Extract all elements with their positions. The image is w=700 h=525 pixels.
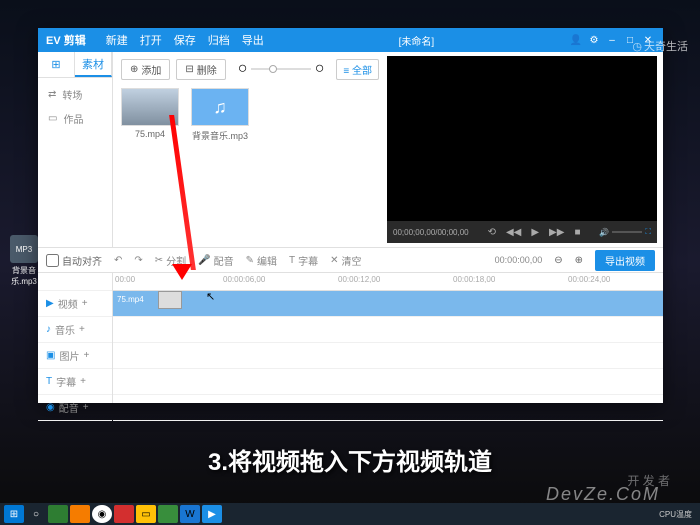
- voice-track[interactable]: [113, 395, 663, 421]
- export-button[interactable]: 导出视频: [595, 250, 655, 271]
- taskbar-app[interactable]: [48, 505, 68, 523]
- stop-icon[interactable]: ■: [574, 227, 580, 238]
- track-label-subtitle[interactable]: T字幕 +: [38, 369, 112, 395]
- taskbar-folder[interactable]: ▭: [136, 505, 156, 523]
- taskbar-status: CPU温度: [659, 509, 696, 520]
- trash-icon: ⊟: [185, 64, 193, 75]
- menu-save[interactable]: 保存: [174, 32, 196, 48]
- sidebar-item-transition[interactable]: ⇄转场: [38, 82, 112, 106]
- start-button[interactable]: ⊞: [4, 505, 24, 523]
- track-label-image[interactable]: ▣图片 +: [38, 343, 112, 369]
- taskbar-ev[interactable]: ▶: [202, 505, 222, 523]
- add-button[interactable]: ⊕添加: [121, 59, 170, 80]
- redo-button[interactable]: ↷: [134, 255, 142, 266]
- volume-icon: 🔊: [599, 228, 609, 237]
- edit-button[interactable]: ✎ 编辑: [246, 253, 277, 268]
- minimize-icon[interactable]: –: [605, 33, 619, 47]
- preview-screen[interactable]: [387, 56, 657, 221]
- app-title: EV 剪辑: [46, 32, 86, 48]
- media-label: 背景音乐.mp3: [191, 129, 249, 142]
- dub-button[interactable]: 🎤 配音: [198, 253, 233, 268]
- zoom-out-icon: ○: [238, 60, 248, 78]
- music-note-icon: ♫: [213, 97, 227, 118]
- video-track[interactable]: 75.mp4: [113, 291, 663, 317]
- split-button[interactable]: ✂ 分割: [155, 253, 186, 268]
- track-label-video[interactable]: ▶视频 +: [38, 291, 112, 317]
- settings-icon[interactable]: ⚙: [587, 33, 601, 47]
- grid-icon: ⊞: [51, 58, 60, 71]
- timeline: ▶视频 + ♪音乐 + ▣图片 + T字幕 + ◉配音 + 00:00 00:0…: [38, 273, 663, 403]
- desktop-file-label: 背景音乐.mp3: [10, 265, 38, 287]
- loop-icon[interactable]: ⟲: [488, 227, 496, 238]
- document-name: [未命名]: [264, 33, 569, 48]
- sidebar-item-works[interactable]: ▭作品: [38, 106, 112, 130]
- zoom-slider[interactable]: ○ ○: [232, 60, 331, 78]
- fullscreen-icon[interactable]: ⛶: [645, 227, 651, 237]
- mouse-cursor: ↖: [206, 290, 215, 303]
- tab-grid[interactable]: ⊞: [38, 52, 75, 77]
- image-track[interactable]: [113, 343, 663, 369]
- zoom-in-icon: ○: [315, 60, 325, 78]
- app-window: EV 剪辑 新建 打开 保存 归档 导出 [未命名] 👤 ⚙ – □ ✕ ⊞ 素…: [38, 28, 663, 403]
- watermark: ◷ 天奇生活: [632, 38, 688, 54]
- zoom-timeline-in[interactable]: ⊕: [575, 255, 583, 266]
- menu-export[interactable]: 导出: [242, 32, 264, 48]
- media-label: 75.mp4: [121, 129, 179, 139]
- audio-thumbnail: ♫: [191, 88, 249, 126]
- media-library: ⊕添加 ⊟删除 ○ ○ ≡ 全部 75.mp4 ♫: [113, 52, 387, 247]
- video-track-icon: ▶: [46, 298, 54, 309]
- taskbar-app[interactable]: [158, 505, 178, 523]
- mp3-icon: MP3: [10, 235, 38, 263]
- main-menu: 新建 打开 保存 归档 导出: [106, 32, 264, 48]
- taskbar-chrome[interactable]: ◉: [92, 505, 112, 523]
- instruction-caption: 3.将视频拖入下方视频轨道: [0, 442, 700, 477]
- timeline-time: 00:00:00,00: [495, 255, 543, 265]
- play-icon[interactable]: ▶: [531, 227, 539, 238]
- taskbar-app[interactable]: [114, 505, 134, 523]
- audio-track-icon: ♪: [46, 324, 51, 335]
- media-item-audio[interactable]: ♫ 背景音乐.mp3: [191, 88, 249, 142]
- taskbar: ⊞ ○ ◉ ▭ W ▶ CPU温度: [0, 503, 700, 525]
- auto-align-checkbox[interactable]: 自动对齐: [46, 253, 102, 268]
- audio-track[interactable]: [113, 317, 663, 343]
- track-label-voice[interactable]: ◉配音 +: [38, 395, 112, 421]
- filter-dropdown[interactable]: ≡ 全部: [336, 59, 379, 80]
- user-icon[interactable]: 👤: [569, 33, 583, 47]
- transition-icon: ⇄: [48, 89, 56, 100]
- track-label-audio[interactable]: ♪音乐 +: [38, 317, 112, 343]
- delete-button[interactable]: ⊟删除: [176, 59, 225, 80]
- timeline-toolbar: 自动对齐 ↶ ↷ ✂ 分割 🎤 配音 ✎ 编辑 T 字幕 ✕ 清空 00:00:…: [38, 247, 663, 273]
- media-item-video[interactable]: 75.mp4: [121, 88, 179, 142]
- preview-time: 00;00;00,00/00;00,00: [393, 228, 469, 237]
- prev-icon[interactable]: ◀◀: [506, 227, 521, 238]
- taskbar-app[interactable]: [70, 505, 90, 523]
- plus-icon: ⊕: [130, 64, 138, 75]
- folder-icon: ▭: [48, 113, 57, 124]
- left-panel: ⊞ 素材 ⇄转场 ▭作品: [38, 52, 113, 247]
- sub-caption: DevZe.CoM: [546, 484, 660, 505]
- video-thumbnail: [121, 88, 179, 126]
- tab-material[interactable]: 素材: [75, 52, 112, 77]
- subtitle-button[interactable]: T 字幕: [289, 253, 318, 268]
- menu-archive[interactable]: 归档: [208, 32, 230, 48]
- timeline-ruler[interactable]: 00:00 00:00:06,00 00:00:12,00 00:00:18,0…: [113, 273, 663, 291]
- clear-button[interactable]: ✕ 清空: [330, 253, 361, 268]
- image-track-icon: ▣: [46, 350, 55, 361]
- search-button[interactable]: ○: [26, 505, 46, 523]
- clip-drag-preview: [158, 291, 182, 309]
- desktop-file-icon[interactable]: MP3 背景音乐.mp3: [10, 235, 38, 287]
- subtitle-track-icon: T: [46, 376, 52, 387]
- video-clip[interactable]: 75.mp4: [113, 293, 153, 315]
- subtitle-track[interactable]: [113, 369, 663, 395]
- taskbar-app[interactable]: W: [180, 505, 200, 523]
- zoom-timeline-out[interactable]: ⊖: [554, 255, 562, 266]
- preview-panel: 00;00;00,00/00;00,00 ⟲ ◀◀ ▶ ▶▶ ■ 🔊 ⛶: [387, 56, 657, 243]
- titlebar: EV 剪辑 新建 打开 保存 归档 导出 [未命名] 👤 ⚙ – □ ✕: [38, 28, 663, 52]
- volume-control[interactable]: 🔊 ⛶: [599, 227, 651, 237]
- next-icon[interactable]: ▶▶: [549, 227, 564, 238]
- menu-open[interactable]: 打开: [140, 32, 162, 48]
- voice-track-icon: ◉: [46, 402, 55, 413]
- undo-button[interactable]: ↶: [114, 255, 122, 266]
- menu-new[interactable]: 新建: [106, 32, 128, 48]
